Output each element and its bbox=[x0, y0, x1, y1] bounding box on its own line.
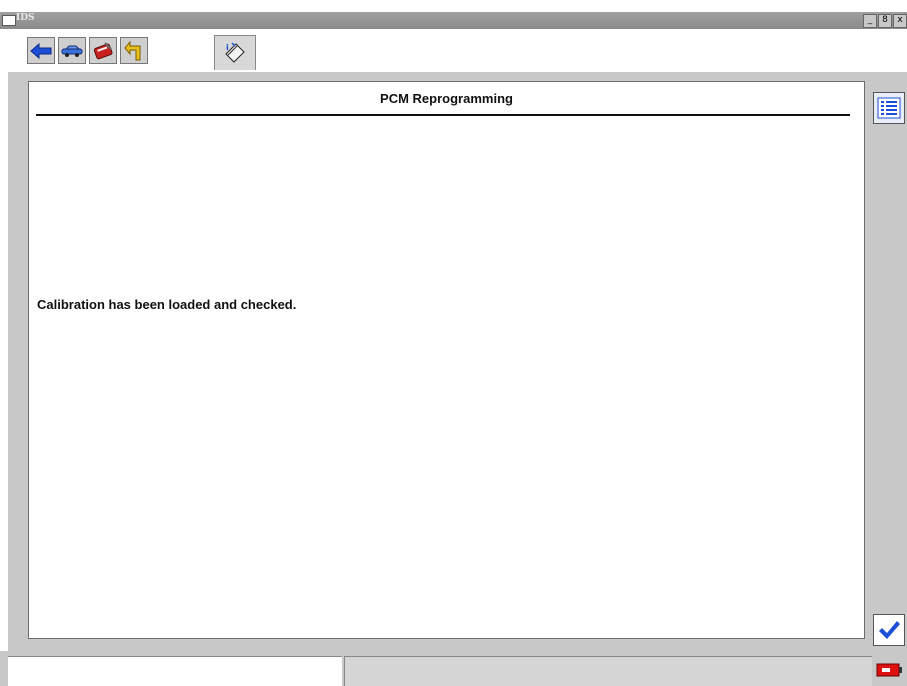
status-message: Calibration has been loaded and checked. bbox=[37, 297, 297, 312]
minimize-button[interactable]: _ bbox=[863, 14, 877, 28]
list-icon bbox=[877, 97, 901, 119]
vehicle-button[interactable] bbox=[58, 37, 86, 64]
svg-text:i: i bbox=[226, 43, 229, 52]
list-button[interactable] bbox=[873, 92, 905, 124]
window-title: IDS bbox=[16, 13, 35, 23]
main-frame: PCM Reprogramming Calibration has been l… bbox=[8, 72, 907, 651]
title-divider bbox=[36, 114, 850, 116]
toolbar: i bbox=[0, 30, 907, 72]
content-panel: PCM Reprogramming Calibration has been l… bbox=[28, 81, 865, 639]
back-arrow-icon bbox=[30, 42, 52, 59]
page-title: PCM Reprogramming bbox=[380, 91, 513, 106]
app-window-icon[interactable] bbox=[2, 15, 16, 26]
close-button[interactable]: x bbox=[893, 14, 907, 28]
toolbox-icon bbox=[93, 41, 113, 59]
toolbox-button[interactable] bbox=[89, 37, 117, 64]
status-bar bbox=[0, 651, 907, 686]
status-field-main bbox=[344, 656, 872, 686]
confirm-button[interactable] bbox=[873, 614, 905, 646]
turn-arrow-icon bbox=[124, 40, 141, 60]
battery-indicator bbox=[876, 660, 904, 680]
info-button[interactable]: i bbox=[214, 35, 256, 70]
window-controls: _ 8 x bbox=[863, 14, 907, 28]
info-book-icon: i bbox=[225, 42, 245, 63]
maximize-button[interactable]: 8 bbox=[878, 14, 892, 28]
turn-button[interactable] bbox=[120, 37, 148, 64]
vehicle-icon bbox=[61, 45, 83, 57]
checkmark-icon bbox=[879, 621, 900, 639]
back-button[interactable] bbox=[27, 37, 55, 64]
status-field-left bbox=[8, 656, 342, 686]
battery-icon bbox=[876, 663, 902, 677]
title-bar: IDS _ 8 x bbox=[0, 12, 907, 29]
